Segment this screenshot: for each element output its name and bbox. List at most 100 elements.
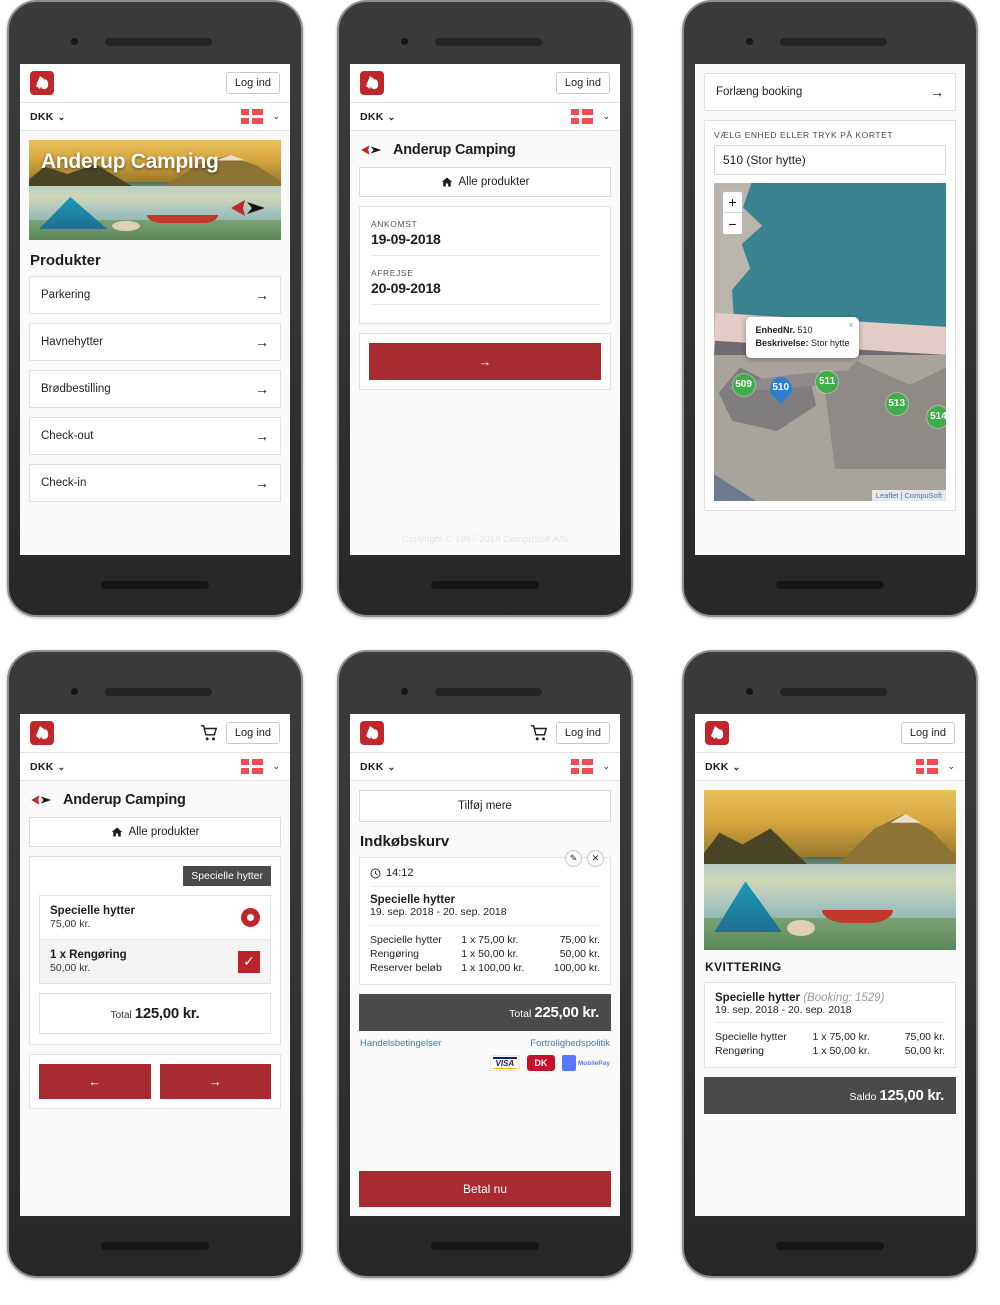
product-row-check-in[interactable]: Check-in → bbox=[29, 464, 281, 502]
receipt-hero-image bbox=[704, 790, 956, 950]
login-button[interactable]: Log ind bbox=[555, 71, 610, 95]
departure-field[interactable]: AFREJSE 20-09-2018 bbox=[360, 256, 610, 305]
total-value: 125,00 kr. bbox=[134, 1005, 200, 1022]
close-icon[interactable]: ✕ bbox=[587, 850, 604, 867]
privacy-link[interactable]: Fortrolighedspolitik bbox=[530, 1038, 610, 1049]
phone-frame-1: Log ind DKK ⌄ ⌄ Anderup Camping Produkte… bbox=[7, 0, 303, 617]
login-button[interactable]: Log ind bbox=[900, 721, 955, 745]
arrow-right-icon: → bbox=[255, 428, 269, 444]
shopping-cart-icon[interactable] bbox=[530, 724, 548, 742]
option-rengoring[interactable]: 1 x Rengøring 50,00 kr. ✓ bbox=[40, 939, 270, 983]
compusoft-logo-icon[interactable] bbox=[360, 721, 384, 745]
map-card: VÆLG ENHED ELLER TRYK PÅ KORTET 510 (Sto… bbox=[704, 120, 956, 511]
chevron-down-icon: ⌄ bbox=[272, 111, 280, 121]
anderup-brand-arrow-icon bbox=[231, 200, 265, 216]
site-header: Log ind bbox=[350, 714, 620, 753]
popup-desc-row: Beskrivelse: Stor hytte bbox=[755, 337, 849, 350]
table-row: Rengøring 1 x 50,00 kr. 50,00 kr. bbox=[370, 947, 600, 961]
line-amount: 100,00 kr. bbox=[553, 962, 600, 974]
language-selector[interactable]: ⌄ bbox=[241, 759, 280, 774]
compusoft-logo-icon[interactable] bbox=[30, 71, 54, 95]
radio-selected-icon[interactable] bbox=[241, 908, 260, 927]
currency-language-bar: DKK ⌄ ⌄ bbox=[20, 103, 290, 131]
next-button[interactable]: → bbox=[369, 343, 601, 380]
popup-close-icon[interactable]: × bbox=[848, 319, 853, 332]
line-amount: 75,00 kr. bbox=[559, 934, 600, 946]
option-price: 75,00 kr. bbox=[50, 918, 91, 930]
extend-booking-row[interactable]: Forlæng booking → bbox=[704, 73, 956, 111]
back-button[interactable]: ← bbox=[39, 1064, 151, 1099]
map-marker-511[interactable]: 511 bbox=[816, 370, 839, 393]
compusoft-logo-icon[interactable] bbox=[30, 721, 54, 745]
login-button[interactable]: Log ind bbox=[225, 71, 280, 95]
total-value: 225,00 kr. bbox=[534, 1004, 599, 1021]
product-row-parkering[interactable]: Parkering → bbox=[29, 276, 281, 314]
option-specielle-hytter[interactable]: Specielle hytter 75,00 kr. bbox=[40, 896, 270, 939]
line-amount: 75,00 kr. bbox=[904, 1031, 945, 1043]
arrow-right-icon: → bbox=[255, 334, 269, 350]
language-selector[interactable]: ⌄ bbox=[571, 109, 610, 124]
receipt-balance-bar: Saldo 125,00 kr. bbox=[704, 1077, 956, 1114]
all-products-button[interactable]: Alle produkter bbox=[29, 817, 281, 847]
arrival-field[interactable]: ANKOMST 19-09-2018 bbox=[360, 207, 610, 256]
leaflet-map[interactable]: + − 509 510 511 513 514 × EnhedNr. 510 B… bbox=[714, 183, 946, 501]
legal-links-row: Handelsbetingelser Fortrolighedspolitik bbox=[350, 1031, 620, 1053]
brand-row: Anderup Camping bbox=[350, 131, 620, 167]
table-row: Specielle hytter 1 x 75,00 kr. 75,00 kr. bbox=[715, 1030, 945, 1044]
all-products-label: Alle produkter bbox=[128, 826, 200, 838]
language-selector[interactable]: ⌄ bbox=[241, 109, 280, 124]
terms-link[interactable]: Handelsbetingelser bbox=[360, 1038, 441, 1049]
login-button[interactable]: Log ind bbox=[225, 721, 280, 745]
balance-value: 125,00 kr. bbox=[879, 1087, 944, 1104]
page-title: Produkter bbox=[30, 252, 101, 269]
shopping-cart-icon[interactable] bbox=[200, 724, 218, 742]
pay-now-button[interactable]: Betal nu bbox=[359, 1171, 611, 1207]
currency-selector[interactable]: DKK ⌄ bbox=[705, 761, 741, 773]
home-bar bbox=[101, 581, 209, 589]
dankort-icon: DK bbox=[526, 1055, 555, 1071]
currency-selector[interactable]: DKK ⌄ bbox=[360, 761, 396, 773]
login-button[interactable]: Log ind bbox=[555, 721, 610, 745]
arrow-right-icon: → bbox=[255, 287, 269, 303]
next-button[interactable]: → bbox=[159, 1064, 271, 1099]
line-name: Specielle hytter bbox=[370, 934, 442, 946]
phone-frame-4: Log ind DKK ⌄ ⌄ Anderup Camping Alle pro… bbox=[7, 650, 303, 1278]
popup-desc-value: Stor hytte bbox=[811, 337, 850, 348]
map-attribution[interactable]: Leaflet | CompuSoft bbox=[871, 490, 946, 501]
pencil-icon[interactable]: ✎ bbox=[565, 850, 582, 867]
product-row-brodbestilling[interactable]: Brødbestilling → bbox=[29, 370, 281, 408]
screen-products: Log ind DKK ⌄ ⌄ Anderup Camping Produkte… bbox=[20, 64, 290, 555]
language-selector[interactable]: ⌄ bbox=[571, 759, 610, 774]
zoom-out-button[interactable]: − bbox=[723, 213, 742, 234]
add-more-button[interactable]: Tilføj mere bbox=[359, 790, 611, 822]
departure-label: AFREJSE bbox=[371, 268, 414, 278]
map-marker-513[interactable]: 513 bbox=[885, 392, 908, 415]
product-label: Check-out bbox=[41, 430, 94, 442]
checkbox-checked-icon[interactable]: ✓ bbox=[238, 950, 260, 973]
dog-illustration bbox=[787, 919, 815, 936]
compusoft-logo-icon[interactable] bbox=[705, 721, 729, 745]
clock-icon bbox=[370, 868, 381, 878]
options-card: Specielle hytter Specielle hytter 75,00 … bbox=[29, 856, 281, 1045]
currency-selector[interactable]: DKK ⌄ bbox=[360, 111, 396, 123]
unit-select[interactable]: 510 (Stor hytte) bbox=[714, 145, 946, 175]
currency-selector[interactable]: DKK ⌄ bbox=[30, 111, 66, 123]
phone-frame-6: Log ind DKK ⌄ ⌄ KVITTERING Specielle hyt… bbox=[682, 650, 978, 1278]
all-products-button[interactable]: Alle produkter bbox=[359, 167, 611, 197]
map-marker-514[interactable]: 514 bbox=[927, 405, 946, 428]
navigation-row: ← → bbox=[29, 1054, 281, 1109]
product-row-havnehytter[interactable]: Havnehytter → bbox=[29, 323, 281, 361]
map-marker-510-selected[interactable]: 510 bbox=[769, 376, 792, 399]
line-qty: 1 x 50,00 kr. bbox=[461, 948, 519, 960]
chevron-down-icon: ⌄ bbox=[57, 761, 66, 772]
zoom-in-button[interactable]: + bbox=[723, 192, 742, 213]
line-name: Specielle hytter bbox=[715, 1031, 787, 1043]
front-camera-icon bbox=[401, 38, 408, 45]
product-label: Parkering bbox=[41, 289, 91, 301]
currency-selector[interactable]: DKK ⌄ bbox=[30, 761, 66, 773]
language-selector[interactable]: ⌄ bbox=[916, 759, 955, 774]
product-row-check-out[interactable]: Check-out → bbox=[29, 417, 281, 455]
compusoft-logo-icon[interactable] bbox=[360, 71, 384, 95]
line-qty: 1 x 75,00 kr. bbox=[461, 934, 519, 946]
map-marker-509[interactable]: 509 bbox=[732, 373, 755, 396]
